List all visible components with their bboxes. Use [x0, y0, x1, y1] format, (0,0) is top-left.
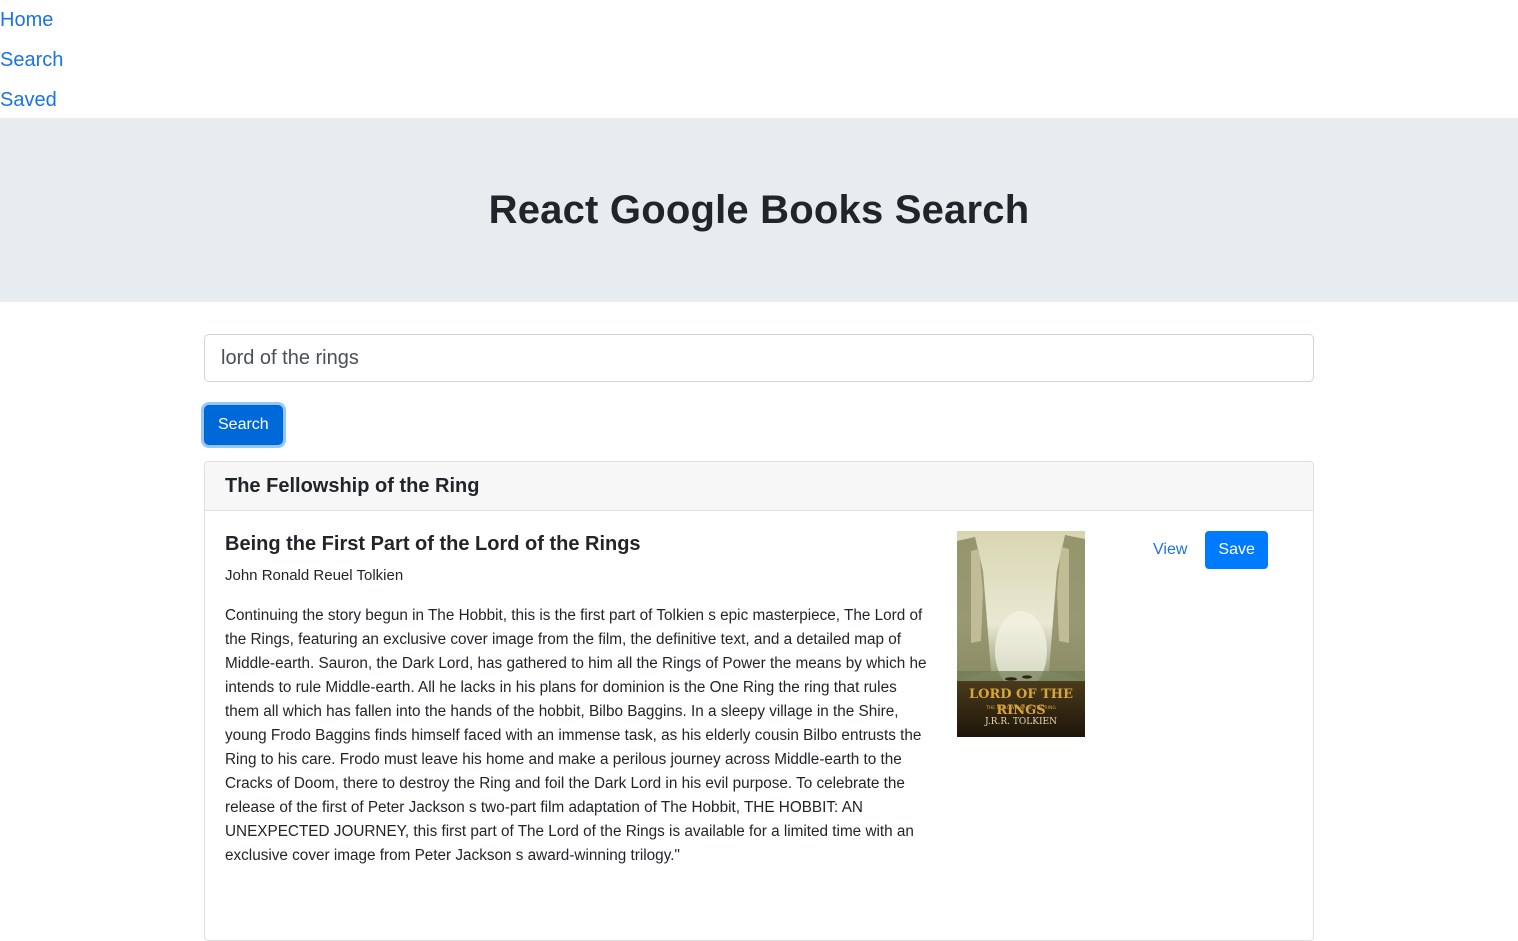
main-container: Search The Fellowship of the Ring Being …	[204, 334, 1314, 941]
nav-link-search[interactable]: Search	[0, 40, 1518, 80]
view-link[interactable]: View	[1145, 531, 1195, 569]
result-card: The Fellowship of the Ring Being the Fir…	[204, 461, 1314, 941]
cover-author-text: J.R.R. TOLKIEN	[985, 717, 1057, 727]
top-nav: Home Search Saved	[0, 0, 1518, 118]
result-body: Being the First Part of the Lord of the …	[205, 511, 1313, 888]
result-description: Continuing the story begun in The Hobbit…	[225, 607, 927, 864]
result-author: John Ronald Reuel Tolkien	[225, 567, 404, 584]
cover-subtitle-text: THE FELLOWSHIP OF THE RING	[986, 706, 1056, 711]
book-cover-image: LORD OF THE RINGS THE FELLOWSHIP OF THE …	[957, 531, 1085, 737]
result-subtitle: Being the First Part of the Lord of the …	[225, 533, 641, 555]
page-title: React Google Books Search	[488, 187, 1030, 232]
save-button[interactable]: Save	[1205, 531, 1268, 569]
search-input[interactable]	[204, 334, 1314, 382]
cover-title-text: LORD OF THE RINGS	[968, 687, 1073, 718]
nav-link-saved[interactable]: Saved	[0, 80, 1518, 120]
search-button[interactable]: Search	[204, 405, 283, 445]
nav-link-home[interactable]: Home	[0, 0, 1518, 40]
result-actions: View Save	[1145, 531, 1268, 569]
result-text: Being the First Part of the Lord of the …	[225, 531, 929, 868]
jumbotron: React Google Books Search	[0, 118, 1518, 302]
result-title: The Fellowship of the Ring	[205, 462, 1313, 511]
